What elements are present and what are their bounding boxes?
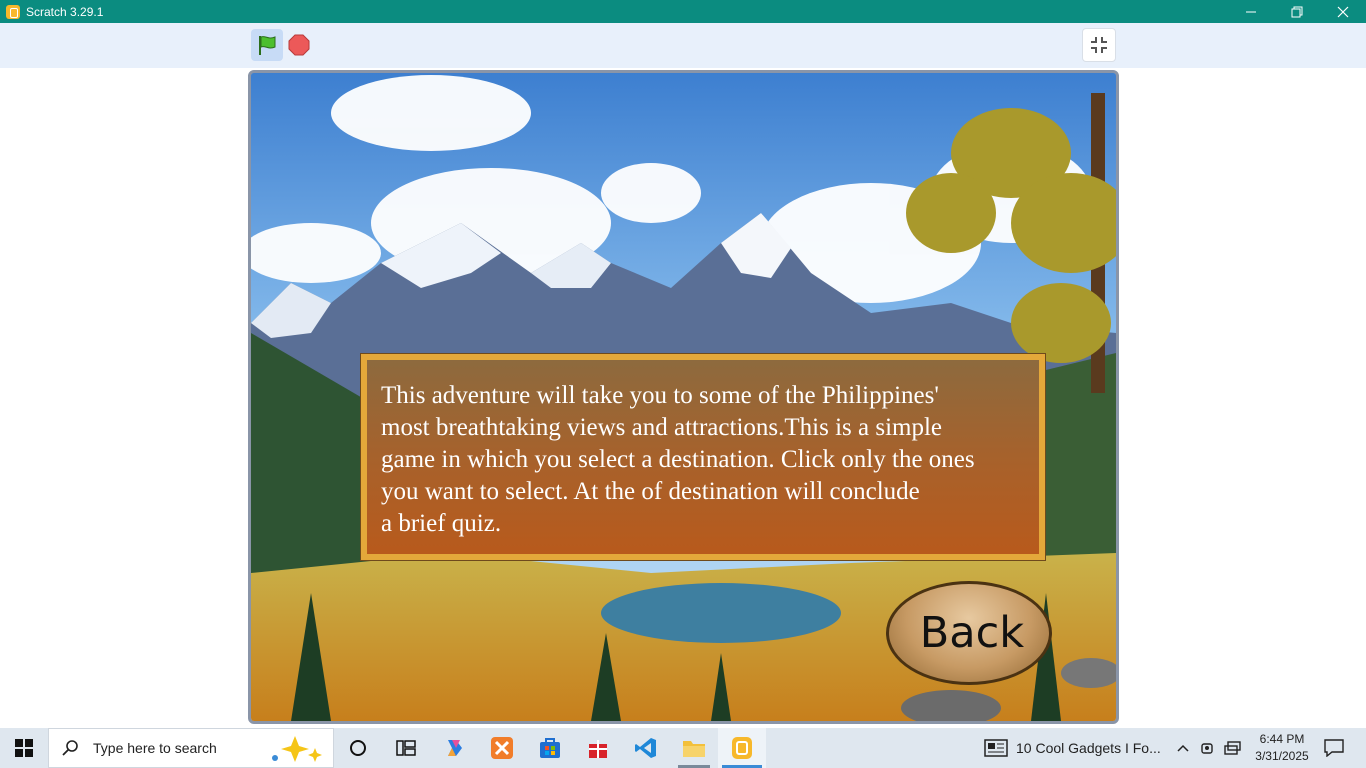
search-icon	[62, 740, 78, 756]
taskbar-clock[interactable]: 6:44 PM 3/31/2025	[1250, 731, 1314, 765]
cortana-button[interactable]	[334, 728, 382, 768]
task-view-button[interactable]	[382, 728, 430, 768]
copilot-button[interactable]	[430, 728, 478, 768]
back-button[interactable]: Back	[886, 581, 1052, 685]
intro-text: This adventure will take you to some of …	[381, 382, 975, 537]
chevron-up-icon[interactable]	[1176, 741, 1190, 755]
exit-fullscreen-button[interactable]	[1082, 28, 1116, 62]
news-widget[interactable]: 10 Cool Gadgets I Fo...	[984, 728, 1161, 768]
intro-text-box: This adventure will take you to some of …	[361, 354, 1045, 560]
scratch-app-icon	[6, 4, 20, 19]
microsoft-store-button[interactable]	[526, 728, 574, 768]
green-flag-icon	[259, 36, 276, 55]
game-stage[interactable]: This adventure will take you to some of …	[248, 70, 1119, 724]
vscode-icon	[635, 738, 656, 758]
close-icon	[1337, 6, 1349, 17]
clock-time: 6:44 PM	[1259, 732, 1305, 746]
sparkle-icon	[272, 736, 322, 762]
exit-fullscreen-icon	[1091, 37, 1107, 53]
news-icon	[984, 739, 1008, 757]
restore-button[interactable]	[1274, 0, 1320, 23]
microsoft-store-icon	[540, 738, 560, 758]
system-tray	[1176, 728, 1242, 768]
task-view-icon	[396, 740, 416, 756]
file-explorer-button[interactable]	[670, 728, 718, 768]
news-headline: 10 Cool Gadgets I Fo...	[1016, 740, 1161, 756]
scratch-icon	[732, 737, 752, 759]
vscode-button[interactable]	[622, 728, 670, 768]
back-button-label: Back	[919, 608, 1025, 658]
window-controls	[1228, 0, 1366, 23]
xampp-button[interactable]	[478, 728, 526, 768]
window-titlebar: Scratch 3.29.1	[0, 0, 1366, 23]
green-flag-button[interactable]	[251, 29, 283, 61]
minimize-button[interactable]	[1228, 0, 1274, 23]
stop-button[interactable]	[287, 33, 311, 57]
meet-now-icon[interactable]	[1200, 740, 1216, 756]
windows-logo-icon	[15, 739, 33, 757]
stage-toolbar	[0, 23, 1366, 68]
xampp-icon	[491, 737, 513, 759]
close-button[interactable]	[1320, 0, 1366, 23]
gift-app-button[interactable]	[574, 728, 622, 768]
stop-sign-icon	[288, 34, 310, 56]
network-icon[interactable]	[1224, 740, 1242, 756]
search-placeholder: Type here to search	[93, 740, 217, 756]
restore-icon	[1291, 6, 1303, 17]
window-title: Scratch 3.29.1	[26, 4, 104, 19]
minimize-icon	[1246, 11, 1256, 12]
folder-icon	[683, 741, 705, 757]
copilot-icon	[448, 740, 462, 756]
clock-date: 3/31/2025	[1255, 749, 1309, 763]
taskbar-search-box[interactable]: Type here to search	[48, 728, 334, 768]
gift-icon	[589, 740, 607, 758]
notification-center-button[interactable]	[1320, 728, 1348, 768]
start-button[interactable]	[0, 728, 48, 768]
windows-taskbar: Type here to search 10 Cool Gadgets I Fo…	[0, 728, 1366, 768]
cortana-icon	[350, 740, 366, 756]
notification-icon	[1324, 739, 1344, 757]
scratch-taskbar-button[interactable]	[718, 728, 766, 768]
